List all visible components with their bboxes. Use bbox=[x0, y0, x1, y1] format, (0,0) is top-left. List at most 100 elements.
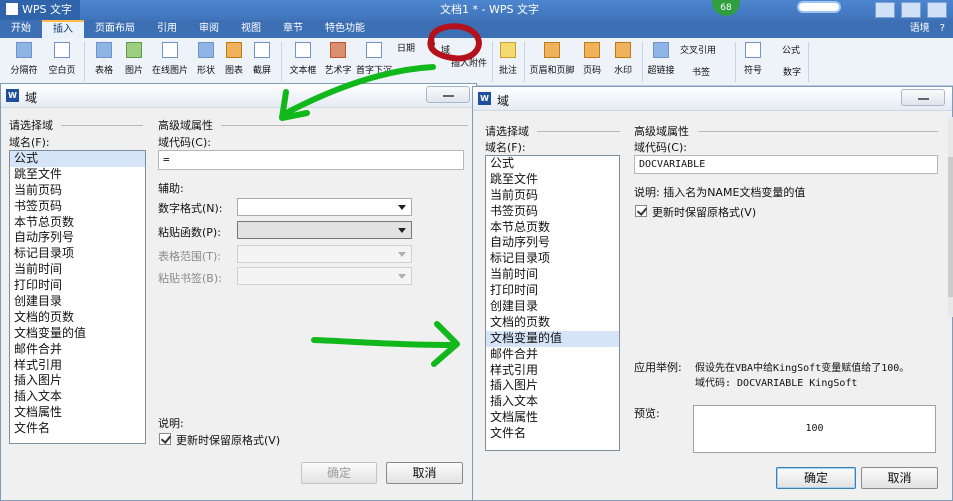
list-item[interactable]: 标记目录项 bbox=[10, 246, 145, 262]
shape-tool[interactable]: 形状 bbox=[192, 42, 220, 76]
drop-cap-tool[interactable]: 首字下沉 bbox=[355, 42, 393, 76]
list-item[interactable]: 文档变量的值 bbox=[10, 326, 145, 342]
list-item[interactable]: 本节总页数 bbox=[486, 220, 619, 236]
list-item[interactable]: 文档变量的值 bbox=[486, 330, 619, 347]
page-number-tool[interactable]: 页码 bbox=[578, 42, 606, 76]
list-item[interactable]: 自动序列号 bbox=[10, 230, 145, 246]
table-range-select[interactable] bbox=[237, 245, 412, 263]
chart-tool[interactable]: 图表 bbox=[222, 42, 246, 76]
list-item[interactable]: 插入图片 bbox=[10, 373, 145, 389]
list-item[interactable]: 文档的页数 bbox=[10, 310, 145, 326]
insert-attachment-tool[interactable]: 插入附件 bbox=[449, 56, 489, 69]
number-tool[interactable]: 数字 bbox=[783, 65, 801, 78]
dialog-close-button[interactable] bbox=[901, 89, 945, 106]
scroll-thumb[interactable] bbox=[948, 157, 953, 297]
maximize-button[interactable] bbox=[901, 2, 921, 18]
list-item[interactable]: 创建目录 bbox=[10, 294, 145, 310]
preview-label: 预览: bbox=[634, 407, 660, 420]
list-item[interactable]: 标记目录项 bbox=[486, 251, 619, 267]
list-item[interactable]: 当前页码 bbox=[486, 188, 619, 204]
wordart-tool[interactable]: 艺术字 bbox=[323, 42, 353, 76]
online-picture-tool[interactable]: 在线图片 bbox=[151, 42, 189, 76]
menu-review[interactable]: 审阅 bbox=[188, 20, 230, 38]
field-name-list[interactable]: 公式 跳至文件 当前页码 书签页码 本节总页数 自动序列号 标记目录项 当前时间 打印时间 创建目… bbox=[485, 155, 620, 451]
list-item[interactable]: 样式引用 bbox=[486, 363, 619, 379]
ok-button[interactable]: 确定 bbox=[776, 467, 856, 489]
list-item[interactable]: 当前时间 bbox=[486, 267, 619, 283]
symbol-tool[interactable]: 符号 bbox=[739, 42, 767, 76]
formula-tool[interactable]: 公式 bbox=[782, 43, 800, 56]
dialog-title-bar: W 域 bbox=[1, 84, 476, 108]
list-item[interactable]: 文档属性 bbox=[486, 410, 619, 426]
list-item[interactable]: 文档的页数 bbox=[486, 315, 619, 331]
field-name-list[interactable]: 公式 跳至文件 当前页码 书签页码 本节总页数 自动序列号 标记目录项 当前时间 打印时间 创建目… bbox=[9, 150, 146, 444]
dialog-scrollbar[interactable] bbox=[948, 117, 953, 317]
minimize-button[interactable] bbox=[875, 2, 895, 18]
blank-page-tool[interactable]: 空白页 bbox=[44, 42, 80, 76]
list-item[interactable]: 文档属性 bbox=[10, 405, 145, 421]
field-tool[interactable]: 域 bbox=[441, 43, 450, 56]
shape-label: 形状 bbox=[196, 66, 215, 76]
menu-home[interactable]: 开始 bbox=[0, 20, 42, 38]
comment-tool[interactable]: 批注 bbox=[496, 42, 520, 76]
date-tool[interactable]: 日期 bbox=[397, 41, 415, 54]
example-line-2: 域代码: DOCVARIABLE KingSoft bbox=[695, 378, 858, 389]
list-item[interactable]: 当前页码 bbox=[10, 183, 145, 199]
list-item[interactable]: 书签页码 bbox=[10, 199, 145, 215]
keep-format-checkbox[interactable] bbox=[635, 205, 647, 217]
textbox-tool[interactable]: 文本框 bbox=[286, 42, 320, 76]
cancel-button[interactable]: 取消 bbox=[861, 467, 938, 489]
list-item[interactable]: 文件名 bbox=[486, 426, 619, 442]
list-item[interactable]: 跳至文件 bbox=[10, 167, 145, 183]
list-item[interactable]: 邮件合并 bbox=[10, 342, 145, 358]
paste-function-select[interactable] bbox=[237, 221, 412, 239]
menu-context[interactable]: 语境 bbox=[910, 20, 930, 38]
chevron-down-icon bbox=[398, 205, 406, 210]
list-item[interactable]: 打印时间 bbox=[486, 283, 619, 299]
list-item[interactable]: 插入文本 bbox=[486, 394, 619, 410]
list-item[interactable]: 文件名 bbox=[10, 421, 145, 437]
list-item[interactable]: 打印时间 bbox=[10, 278, 145, 294]
menu-insert[interactable]: 插入 bbox=[42, 20, 84, 38]
field-code-input[interactable]: = bbox=[158, 150, 464, 170]
close-window-button[interactable] bbox=[927, 2, 947, 18]
list-item[interactable]: 当前时间 bbox=[10, 262, 145, 278]
menu-special[interactable]: 特色功能 bbox=[314, 20, 376, 38]
list-item[interactable]: 书签页码 bbox=[486, 204, 619, 220]
picture-tool[interactable]: 图片 bbox=[120, 42, 148, 76]
menu-references[interactable]: 引用 bbox=[146, 20, 188, 38]
list-item[interactable]: 插入文本 bbox=[10, 389, 145, 405]
list-item[interactable]: 插入图片 bbox=[486, 378, 619, 394]
cancel-button[interactable]: 取消 bbox=[386, 462, 463, 484]
page-number-icon bbox=[584, 42, 600, 58]
list-item[interactable]: 创建目录 bbox=[486, 299, 619, 315]
field-code-input[interactable]: DOCVARIABLE bbox=[634, 155, 938, 174]
list-item[interactable]: 跳至文件 bbox=[486, 172, 619, 188]
watermark-tool[interactable]: 水印 bbox=[609, 42, 637, 76]
separator-tool[interactable]: 分隔符 bbox=[6, 42, 42, 76]
number-format-select[interactable] bbox=[237, 198, 412, 216]
wps-logo-icon bbox=[6, 3, 18, 15]
hyperlink-tool[interactable]: 超链接 bbox=[646, 42, 676, 76]
wps-brand-menu[interactable]: WPS 文字 ▾ bbox=[0, 0, 80, 36]
menu-page-layout[interactable]: 页面布局 bbox=[84, 20, 146, 38]
ok-button[interactable]: 确定 bbox=[301, 462, 377, 484]
list-item[interactable]: 本节总页数 bbox=[10, 215, 145, 231]
list-item[interactable]: 自动序列号 bbox=[486, 235, 619, 251]
keep-format-checkbox[interactable] bbox=[159, 433, 171, 445]
table-tool[interactable]: 表格 bbox=[90, 42, 118, 76]
screenshot-tool[interactable]: 截屏 bbox=[248, 42, 276, 76]
menu-section[interactable]: 章节 bbox=[272, 20, 314, 38]
list-item[interactable]: 邮件合并 bbox=[486, 347, 619, 363]
list-item[interactable]: 公式 bbox=[10, 151, 145, 167]
list-item[interactable]: 公式 bbox=[486, 156, 619, 172]
menu-view[interactable]: 视图 bbox=[230, 20, 272, 38]
separator-label: 分隔符 bbox=[10, 66, 38, 76]
bookmark-tool[interactable]: 书签 bbox=[692, 65, 710, 78]
list-item[interactable]: 样式引用 bbox=[10, 358, 145, 374]
paste-bookmark-select[interactable] bbox=[237, 267, 412, 285]
menu-help[interactable]: ? bbox=[940, 20, 945, 38]
header-footer-tool[interactable]: 页眉和页脚 bbox=[529, 42, 575, 76]
dialog-close-button[interactable] bbox=[426, 86, 470, 103]
cross-reference-tool[interactable]: 交叉引用 bbox=[680, 43, 716, 56]
